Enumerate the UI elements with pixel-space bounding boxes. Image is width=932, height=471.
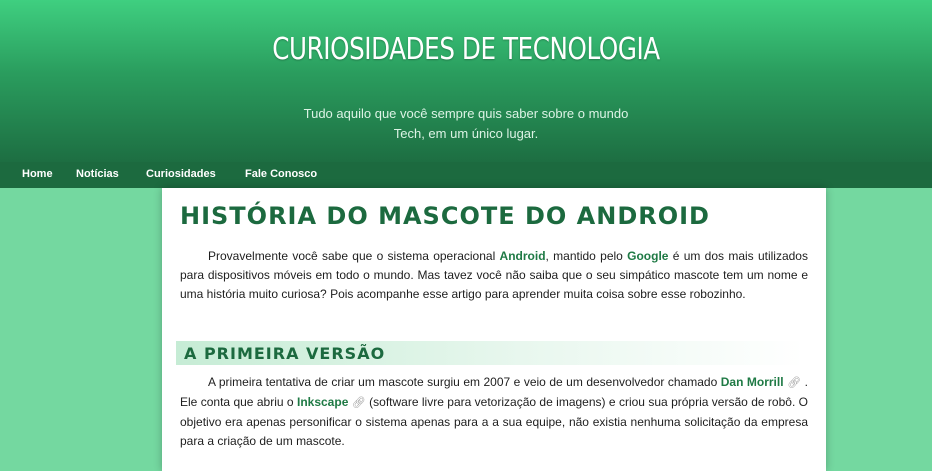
subtitle-line-1: Tudo aquilo que você sempre quis saber s…: [303, 106, 629, 121]
dan-morrill-link[interactable]: Dan Morrill: [721, 375, 784, 389]
google-link[interactable]: Google: [627, 249, 668, 263]
main-nav: Home Notícias Curiosidades Fale Conosco: [0, 162, 932, 188]
site-header: CURIOSIDADES DE TECNOLOGIA Tudo aquilo q…: [0, 0, 932, 162]
subtitle-line-2: Tech, em um único lugar.: [393, 126, 539, 141]
section-paragraph: A primeira tentativa de criar um mascote…: [180, 373, 808, 451]
nav-curiosidades[interactable]: Curiosidades: [146, 168, 216, 180]
inkscape-link[interactable]: Inkscape: [297, 395, 348, 409]
site-subtitle: Tudo aquilo que você sempre quis saber s…: [266, 104, 666, 144]
article-title: História do mascote do Android: [180, 202, 710, 230]
android-link[interactable]: Android: [500, 249, 546, 263]
intro-paragraph: Provavelmente você sabe que o sistema op…: [180, 247, 808, 304]
section-heading: A primeira versão: [184, 344, 386, 363]
section-text-1: A primeira tentativa de criar um mascote…: [208, 375, 721, 389]
nav-noticias[interactable]: Notícias: [76, 168, 119, 180]
intro-text-1: Provavelmente você sabe que o sistema op…: [208, 249, 500, 263]
intro-text-2: , mantido pelo: [545, 249, 628, 263]
site-title: CURIOSIDADES DE TECNOLOGIA: [272, 32, 660, 67]
article-content: História do mascote do Android Provavelm…: [162, 188, 826, 471]
external-link-icon: 🔗︎: [787, 377, 802, 389]
nav-home[interactable]: Home: [22, 168, 53, 180]
nav-fale-conosco[interactable]: Fale Conosco: [245, 168, 317, 180]
external-link-icon: 🔗︎: [351, 397, 366, 409]
section-heading-bar: A primeira versão: [176, 341, 804, 365]
